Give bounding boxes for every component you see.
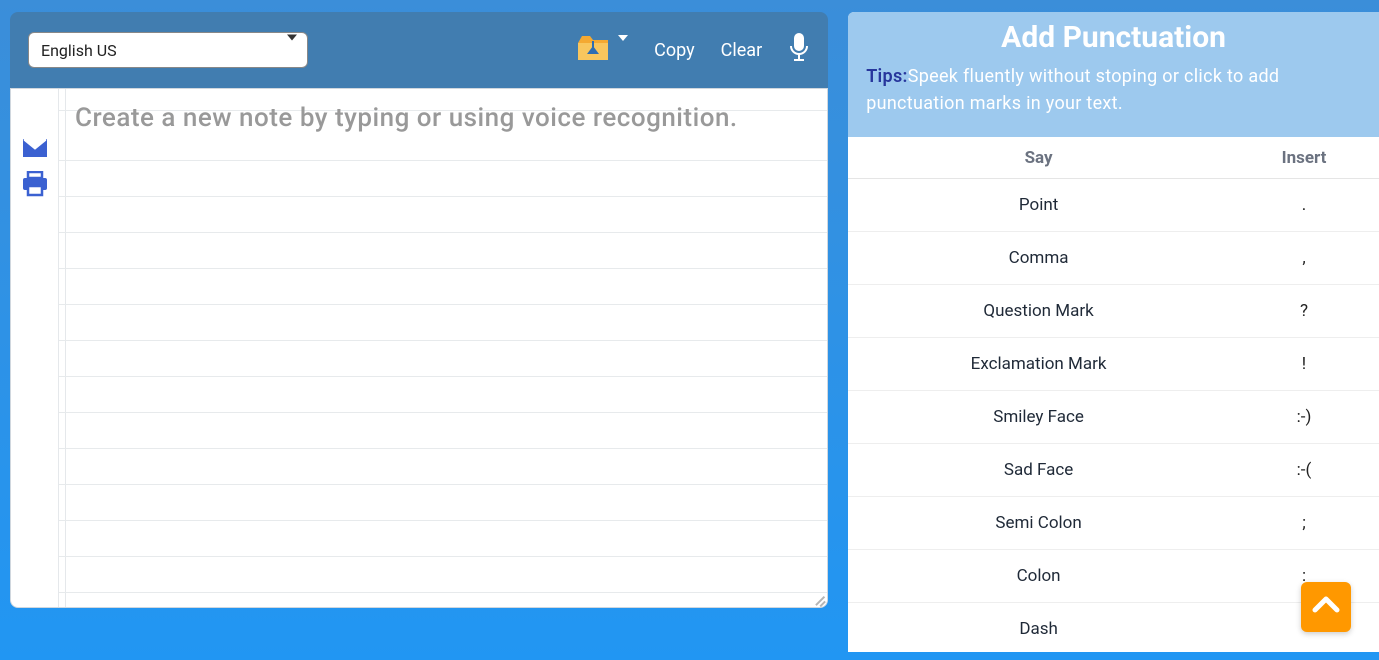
tips-line: Tips:Speek fluently without stoping or c…: [866, 63, 1361, 117]
punctuation-say: Exclamation Mark: [848, 354, 1229, 374]
punctuation-row[interactable]: Smiley Face:-): [848, 391, 1379, 444]
clear-button[interactable]: Clear: [721, 40, 763, 61]
toolbar-cluster: Copy Clear: [576, 33, 810, 67]
punctuation-row[interactable]: Question Mark?: [848, 285, 1379, 338]
resize-handle[interactable]: [811, 591, 825, 605]
punctuation-insert: .: [1229, 195, 1379, 215]
punctuation-say: Sad Face: [848, 460, 1229, 480]
punctuation-row[interactable]: Exclamation Mark!: [848, 338, 1379, 391]
language-selected-label: English US: [41, 41, 117, 60]
punctuation-panel: Add Punctuation Tips:Speek fluently with…: [848, 12, 1379, 652]
punctuation-title: Add Punctuation: [866, 20, 1361, 55]
microphone-icon[interactable]: [788, 33, 810, 67]
punctuation-row[interactable]: Comma,: [848, 232, 1379, 285]
email-icon[interactable]: [21, 137, 49, 163]
note-placeholder: Create a new note by typing or using voi…: [75, 103, 811, 133]
print-icon[interactable]: [21, 171, 49, 201]
punctuation-say: Question Mark: [848, 301, 1229, 321]
col-say: Say: [848, 148, 1229, 168]
tips-text: Speek fluently without stoping or click …: [866, 66, 1279, 114]
punctuation-table-head: Say Insert: [848, 137, 1379, 179]
toolbar: English US Copy Clear: [10, 12, 828, 88]
punctuation-insert: ?: [1229, 301, 1379, 321]
punctuation-say: Colon: [848, 566, 1229, 586]
note-textarea[interactable]: Create a new note by typing or using voi…: [59, 89, 827, 607]
col-insert: Insert: [1229, 148, 1379, 168]
note-panel: English US Copy Clear: [10, 12, 828, 660]
folder-dropdown[interactable]: [576, 34, 628, 66]
punctuation-row[interactable]: Point.: [848, 179, 1379, 232]
chevron-down-icon: [287, 41, 297, 60]
tips-label: Tips:: [866, 66, 908, 87]
folder-icon: [576, 34, 610, 66]
punctuation-say: Dash: [848, 619, 1229, 639]
punctuation-insert: ,: [1229, 248, 1379, 268]
punctuation-header: Add Punctuation Tips:Speek fluently with…: [848, 12, 1379, 137]
copy-button[interactable]: Copy: [654, 40, 695, 61]
language-select[interactable]: English US: [28, 32, 308, 68]
punctuation-row[interactable]: Colon:: [848, 550, 1379, 603]
punctuation-insert: ;: [1229, 513, 1379, 533]
punctuation-say: Semi Colon: [848, 513, 1229, 533]
chevron-down-icon: [618, 41, 628, 60]
scroll-to-top-button[interactable]: [1301, 582, 1351, 632]
chevron-up-icon: [1311, 595, 1341, 619]
punctuation-table: Say Insert Point.Comma,Question Mark?Exc…: [848, 137, 1379, 652]
punctuation-row[interactable]: Semi Colon;: [848, 497, 1379, 550]
punctuation-insert: !: [1229, 354, 1379, 374]
punctuation-row[interactable]: Sad Face:-(: [848, 444, 1379, 497]
punctuation-say: Comma: [848, 248, 1229, 268]
punctuation-insert: :-(: [1229, 460, 1379, 480]
punctuation-row[interactable]: Dash-: [848, 603, 1379, 652]
note-area: Create a new note by typing or using voi…: [10, 88, 828, 608]
punctuation-say: Smiley Face: [848, 407, 1229, 427]
punctuation-say: Point: [848, 195, 1229, 215]
punctuation-insert: :-): [1229, 407, 1379, 427]
note-gutter: [11, 89, 59, 607]
